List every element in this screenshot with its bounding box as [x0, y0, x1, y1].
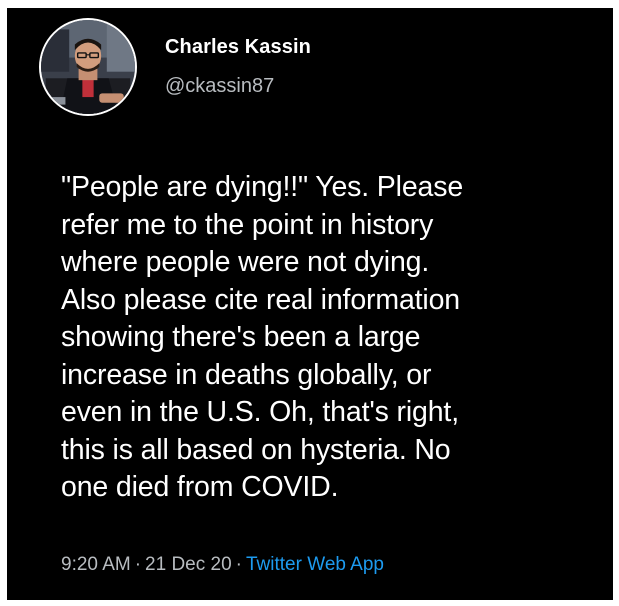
- avatar-photo: [41, 20, 135, 114]
- source-link[interactable]: Twitter Web App: [246, 554, 384, 575]
- meta-separator: ·: [134, 554, 142, 575]
- tweet-card: Charles Kassin @ckassin87 "People are dy…: [7, 8, 613, 600]
- tweet-date[interactable]: 21 Dec 20: [145, 554, 232, 575]
- avatar[interactable]: [39, 18, 137, 116]
- meta-separator: ·: [235, 554, 242, 575]
- tweet-text: "People are dying!!" Yes. Please refer m…: [61, 171, 464, 503]
- tweet-meta: 9:20 AM · 21 Dec 20 · Twitter Web App: [61, 554, 384, 576]
- tweet-time[interactable]: 9:20 AM: [61, 554, 131, 575]
- author-name[interactable]: Charles Kassin: [165, 36, 311, 59]
- author-handle[interactable]: @ckassin87: [165, 75, 274, 98]
